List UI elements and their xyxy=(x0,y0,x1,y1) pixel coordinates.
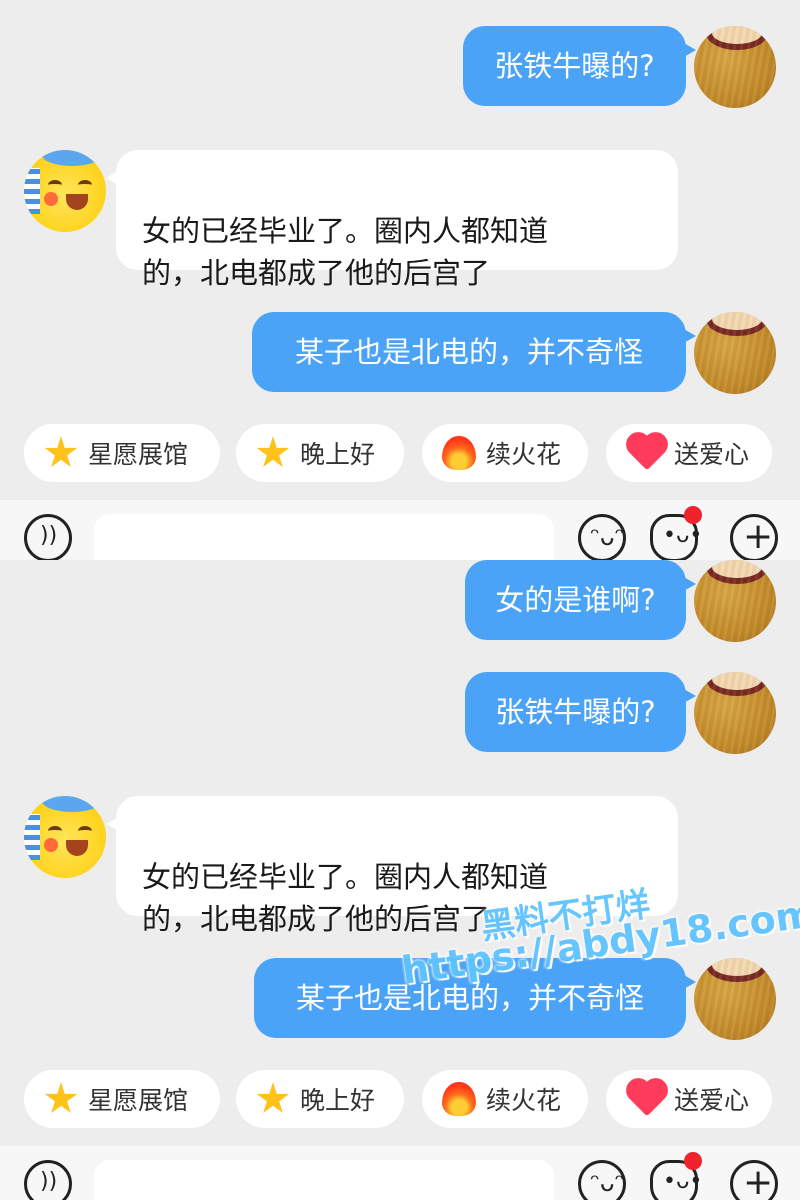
smiling-star-icon xyxy=(256,436,290,467)
quick-reply-chip[interactable]: 送爱心 xyxy=(606,424,772,482)
message-bubble[interactable]: 女的是谁啊? xyxy=(465,560,696,640)
avatar-eye xyxy=(78,180,92,190)
user-avatar[interactable] xyxy=(694,672,776,754)
chat-screen-bottom: 女的是谁啊? 张铁牛曝的? 女的已经毕业了。圈内人都知道 的，北电都成了他的后宫… xyxy=(0,560,800,1200)
message-text: 女的已经毕业了。圈内人都知道 的，北电都成了他的后宫了 xyxy=(142,214,549,290)
chat-screen-top: 张铁牛曝的? 女的已经毕业了。圈内人都知道 的，北电都成了他的后宫了 某子也是北… xyxy=(0,0,800,560)
star-icon xyxy=(44,436,78,467)
message-text: 张铁牛曝的? xyxy=(494,49,655,83)
quick-reply-chip[interactable]: 晚上好 xyxy=(236,424,404,482)
contact-avatar[interactable] xyxy=(24,150,106,232)
quick-reply-chip[interactable]: 送爱心 xyxy=(606,1070,772,1128)
plus-icon[interactable]: + xyxy=(730,1160,778,1200)
notification-dot xyxy=(684,506,702,524)
avatar-eye xyxy=(78,826,92,836)
quick-reply-chip[interactable]: 续火花 xyxy=(422,1070,588,1128)
quick-reply-bar: 星愿展馆 晚上好 续火花 送爱心 xyxy=(0,424,800,484)
chip-label: 晚上好 xyxy=(300,440,376,469)
avatar-hat xyxy=(42,150,102,166)
user-avatar[interactable] xyxy=(694,26,776,108)
avatar-eye xyxy=(48,826,62,836)
quick-reply-chip[interactable]: 晚上好 xyxy=(236,1070,404,1128)
avatar-cheek xyxy=(44,192,58,206)
user-avatar[interactable] xyxy=(694,560,776,642)
message-text: 张铁牛曝的? xyxy=(495,695,656,729)
message-bubble[interactable]: 张铁牛曝的? xyxy=(463,26,696,106)
chip-label: 续火花 xyxy=(486,440,562,469)
quick-reply-chip[interactable]: 星愿展馆 xyxy=(24,424,220,482)
chip-label: 晚上好 xyxy=(300,1086,376,1115)
chip-label: 送爱心 xyxy=(674,440,750,469)
smiling-star-icon xyxy=(256,1082,290,1113)
avatar-hat xyxy=(42,796,102,812)
emoji-icon[interactable]: ᵔᴗᵔ xyxy=(578,514,626,560)
input-bar: )) ᵔᴗᵔ •ᴗ• + xyxy=(0,500,800,560)
message-input[interactable] xyxy=(94,1160,554,1200)
notification-dot xyxy=(684,1152,702,1170)
star-icon xyxy=(44,1082,78,1113)
heart-icon xyxy=(629,1081,665,1117)
avatar-eye xyxy=(48,180,62,190)
fire-icon xyxy=(442,436,476,470)
chip-label: 续火花 xyxy=(486,1086,562,1115)
message-bubble[interactable]: 某子也是北电的，并不奇怪 xyxy=(252,312,696,392)
avatar-mouth xyxy=(66,840,88,856)
fire-icon xyxy=(442,1082,476,1116)
quick-reply-chip[interactable]: 续火花 xyxy=(422,424,588,482)
avatar-stripe xyxy=(24,814,40,860)
quick-reply-chip[interactable]: 星愿展馆 xyxy=(24,1070,220,1128)
message-bubble[interactable]: 女的已经毕业了。圈内人都知道 的，北电都成了他的后宫了 xyxy=(106,150,678,290)
chip-label: 星愿展馆 xyxy=(88,1086,189,1115)
quick-reply-bar: 星愿展馆 晚上好 续火花 送爱心 xyxy=(0,1070,800,1130)
emoji-icon[interactable]: ᵔᴗᵔ xyxy=(578,1160,626,1200)
message-text: 女的是谁啊? xyxy=(495,583,656,617)
message-text: 某子也是北电的，并不奇怪 xyxy=(294,335,643,369)
chip-label: 星愿展馆 xyxy=(88,440,189,469)
message-input[interactable] xyxy=(94,514,554,560)
avatar-cheek xyxy=(44,838,58,852)
contact-avatar[interactable] xyxy=(24,796,106,878)
heart-icon xyxy=(629,435,665,471)
plus-icon[interactable]: + xyxy=(730,514,778,560)
chip-label: 送爱心 xyxy=(674,1086,750,1115)
avatar-stripe xyxy=(24,168,40,214)
message-bubble[interactable]: 张铁牛曝的? xyxy=(465,672,696,752)
user-avatar[interactable] xyxy=(694,958,776,1040)
voice-icon[interactable]: )) xyxy=(24,1160,72,1200)
voice-icon[interactable]: )) xyxy=(24,514,72,560)
input-bar: )) ᵔᴗᵔ •ᴗ• + xyxy=(0,1146,800,1200)
user-avatar[interactable] xyxy=(694,312,776,394)
avatar-mouth xyxy=(66,194,88,210)
